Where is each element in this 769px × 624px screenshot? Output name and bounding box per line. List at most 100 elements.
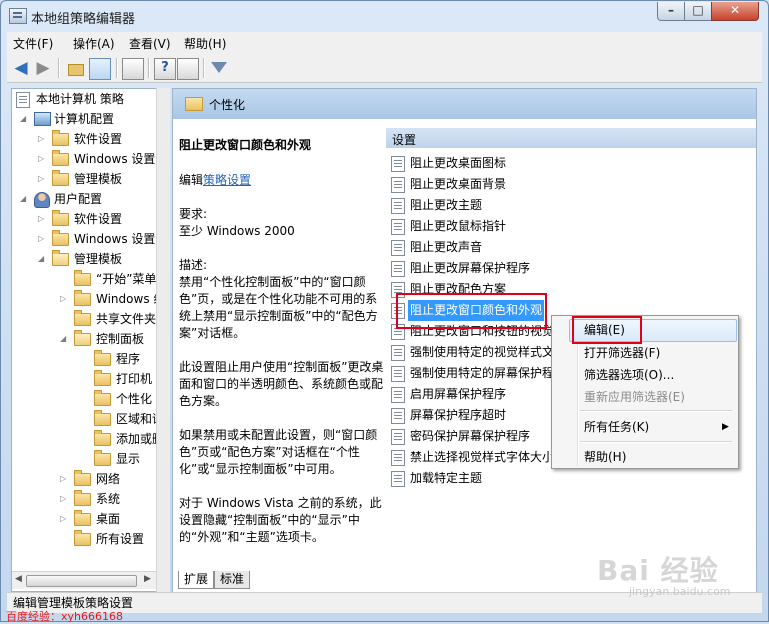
setting-item[interactable]: 阻止更改主题 xyxy=(391,195,756,216)
folder-icon xyxy=(94,410,111,426)
expand-closed-icon[interactable]: ▷ xyxy=(60,489,70,509)
menu-file[interactable]: 文件(F) xyxy=(13,35,53,52)
expand-closed-icon[interactable]: ▷ xyxy=(38,229,48,249)
tab-extended[interactable]: 扩展 xyxy=(178,571,215,589)
policy-setting-icon xyxy=(391,366,405,382)
menu-item-all-tasks[interactable]: 所有任务(K) xyxy=(584,417,649,437)
menu-help[interactable]: 帮助(H) xyxy=(184,35,226,52)
folder-open-icon xyxy=(52,250,69,266)
expand-closed-icon[interactable]: ▷ xyxy=(38,149,48,169)
folder-icon xyxy=(185,97,203,111)
expand-open-icon[interactable]: ◢ xyxy=(20,109,30,129)
menu-item-filter-options[interactable]: 筛选器选项(O)... xyxy=(584,365,674,385)
all-settings-icon xyxy=(74,530,91,546)
setting-item[interactable]: 阻止更改鼠标指针 xyxy=(391,216,756,237)
tree-label: 用户配置 xyxy=(54,192,103,206)
setting-item[interactable]: 阻止更改声音 xyxy=(391,237,756,258)
tree-label: 软件设置 xyxy=(74,212,123,226)
view-tabs: 扩展 标准 xyxy=(172,571,422,591)
highlight-box xyxy=(396,293,547,329)
policy-setting-icon xyxy=(391,198,405,214)
expand-closed-icon[interactable]: ▷ xyxy=(38,209,48,229)
show-tree-icon[interactable] xyxy=(89,58,111,80)
tab-standard[interactable]: 标准 xyxy=(214,571,251,589)
folder-icon xyxy=(94,450,111,466)
policy-icon xyxy=(16,92,30,108)
settings-column-header[interactable]: 设置 xyxy=(386,128,756,148)
submenu-arrow-icon: ▶ xyxy=(722,422,729,432)
tree-label: 程序 xyxy=(116,352,141,366)
setting-item[interactable]: 阻止更改桌面图标 xyxy=(391,153,756,174)
maximize-button[interactable]: □ xyxy=(684,2,712,21)
setting-item[interactable]: 阻止更改屏幕保护程序 xyxy=(391,258,756,279)
tree-label: 本地计算机 策略 xyxy=(36,92,124,106)
scroll-right-icon[interactable]: ▶ xyxy=(144,574,151,584)
policy-setting-icon xyxy=(391,261,405,277)
menu-bar: 文件(F) 操作(A) 查看(V) 帮助(H) xyxy=(7,32,762,55)
menu-view[interactable]: 查看(V) xyxy=(129,35,171,52)
setting-label: 阻止更改主题 xyxy=(410,198,483,212)
setting-label: 阻止更改桌面背景 xyxy=(410,177,507,191)
description-title: 阻止更改窗口颜色和外观 xyxy=(179,138,312,152)
expand-open-icon[interactable]: ◢ xyxy=(60,329,70,349)
description-paragraph-1: 禁用“个性化控制面板”中的“窗口颜色”页，或是在个性化功能不可用的系统上禁用“显… xyxy=(179,275,378,340)
folder-up-icon[interactable] xyxy=(65,58,85,78)
tree-label: “开始”菜单 xyxy=(96,272,157,286)
app-icon xyxy=(9,8,27,24)
policy-setting-icon xyxy=(391,408,405,424)
properties-icon[interactable] xyxy=(177,58,199,80)
back-arrow-icon[interactable]: ◀ xyxy=(11,58,31,78)
toolbar-separator xyxy=(148,58,150,78)
toolbar-separator xyxy=(203,58,205,78)
help-icon[interactable]: ? xyxy=(154,58,176,80)
window-title: 本地组策略编辑器 xyxy=(31,12,136,27)
folder-icon xyxy=(94,370,111,386)
folder-icon xyxy=(94,390,111,406)
folder-icon xyxy=(52,150,69,166)
user-icon xyxy=(34,192,50,208)
tree-label: 共享文件夹 xyxy=(96,312,157,326)
description-paragraph-2: 此设置阻止用户使用“控制面板”更改桌面和窗口的半透明颜色、系统颜色或配色方案。 xyxy=(179,360,384,408)
setting-label: 阻止更改声音 xyxy=(410,240,483,254)
setting-item[interactable]: 阻止更改桌面背景 xyxy=(391,174,756,195)
expand-closed-icon[interactable]: ▷ xyxy=(38,129,48,149)
folder-icon xyxy=(52,170,69,186)
menu-separator xyxy=(580,441,732,443)
forward-arrow-icon[interactable]: ▶ xyxy=(33,58,53,78)
folder-icon xyxy=(52,210,69,226)
edit-prefix: 编辑 xyxy=(179,173,204,187)
menu-item-open-filter[interactable]: 打开筛选器(F) xyxy=(584,343,660,363)
close-button[interactable]: ✕ xyxy=(711,2,759,21)
tree-label: 网络 xyxy=(96,472,121,486)
expand-closed-icon[interactable]: ▷ xyxy=(38,169,48,189)
export-list-icon[interactable] xyxy=(122,58,144,80)
title-bar[interactable]: 本地组策略编辑器 – □ ✕ xyxy=(1,1,768,31)
tree-horizontal-scrollbar[interactable]: ◀ ▶ xyxy=(12,571,156,589)
folder-icon xyxy=(94,430,111,446)
scroll-left-icon[interactable]: ◀ xyxy=(15,574,22,584)
setting-label: 加载特定主题 xyxy=(410,471,483,485)
expand-closed-icon[interactable]: ▷ xyxy=(60,469,70,489)
toolbar-separator xyxy=(116,58,118,78)
scroll-thumb[interactable] xyxy=(26,575,137,587)
expand-closed-icon[interactable]: ▷ xyxy=(60,509,70,529)
tree-label: 软件设置 xyxy=(74,132,123,146)
edit-policy-link[interactable]: 策略设置 xyxy=(203,173,251,187)
expand-open-icon[interactable]: ◢ xyxy=(38,249,48,269)
expand-open-icon[interactable]: ◢ xyxy=(20,189,30,209)
filter-icon[interactable] xyxy=(209,58,229,78)
expand-closed-icon[interactable]: ▷ xyxy=(60,289,70,309)
menu-item-help[interactable]: 帮助(H) xyxy=(584,447,626,467)
highlight-box xyxy=(572,316,642,344)
tree-pane[interactable]: 本地计算机 策略 ◢ 计算机配置 ▷ 软件设置 ▷ Windows 设置 ▷ 管… xyxy=(11,88,170,592)
tree-label: 控制面板 xyxy=(96,332,145,346)
setting-item[interactable]: 加载特定主题 xyxy=(391,468,756,489)
menu-action[interactable]: 操作(A) xyxy=(73,35,115,52)
folder-icon xyxy=(74,290,91,306)
menu-separator xyxy=(580,410,732,412)
tree-vertical-scrollbar[interactable] xyxy=(156,88,170,592)
minimize-button[interactable]: – xyxy=(657,2,685,21)
description-label: 描述: xyxy=(179,258,208,272)
details-title: 个性化 xyxy=(209,98,246,112)
tree-label: 所有设置 xyxy=(96,532,145,546)
